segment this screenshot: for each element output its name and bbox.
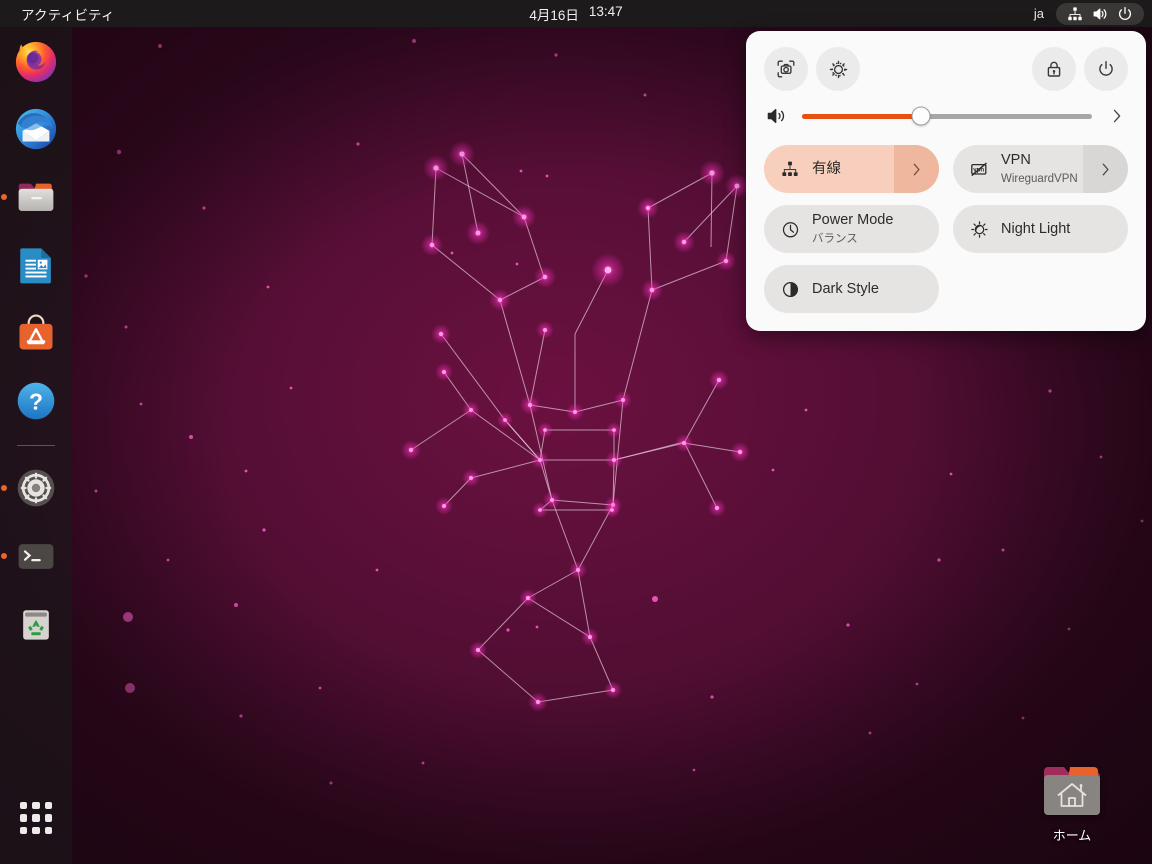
- dock-item-files[interactable]: [12, 173, 60, 221]
- screenshot-icon: [777, 60, 795, 78]
- apps-grid-cell: [20, 814, 28, 822]
- tile-network-wired[interactable]: 有線: [764, 145, 939, 193]
- tile-dark-style-main[interactable]: Dark Style: [764, 265, 939, 313]
- power-icon: [1099, 61, 1113, 76]
- desktop-icon-home[interactable]: ホーム: [1014, 764, 1130, 844]
- night-light-icon: [969, 219, 989, 239]
- power-icon: [1117, 6, 1133, 22]
- dock-item-libreoffice-writer[interactable]: [12, 241, 60, 289]
- system-indicators: ja: [1026, 2, 1144, 25]
- dock: ?: [0, 27, 72, 864]
- apps-grid-cell: [20, 802, 28, 810]
- tile-vpn-expand[interactable]: [1083, 145, 1128, 193]
- quick-settings-top-row: [764, 47, 1128, 91]
- home-icon-label: ホーム: [1052, 828, 1092, 843]
- tile-dark-style-text: Dark Style: [812, 280, 879, 298]
- help-icon: ?: [17, 382, 55, 420]
- tile-power-mode-text: Power Mode バランス: [812, 211, 939, 247]
- trash-icon: [23, 610, 49, 640]
- apps-grid-cell: [44, 826, 52, 834]
- tile-vpn-text: VPN WireguardVPN: [1001, 151, 1083, 187]
- dock-item-ubuntu-software[interactable]: [12, 309, 60, 357]
- terminal-icon: [18, 544, 54, 569]
- dock-item-thunderbird[interactable]: [12, 105, 60, 153]
- ubuntu-software-icon: [19, 314, 53, 350]
- dock-separator: [17, 445, 55, 446]
- dock-item-settings[interactable]: [12, 464, 60, 512]
- volume-icon: [1092, 6, 1108, 22]
- tile-power-mode-title: Power Mode: [812, 212, 894, 228]
- tile-night-light-main[interactable]: Night Light: [953, 205, 1128, 253]
- quick-settings-panel: 有線 vpn: [746, 31, 1146, 331]
- sound-output-expand-button[interactable]: [1106, 105, 1128, 127]
- tile-power-mode-subtitle: バランス: [812, 233, 858, 245]
- system-menu-button[interactable]: [1056, 2, 1144, 25]
- desktop: アクティビティ 4月16日 13:47 ja ? ホーム 有線 VPN Wire…: [0, 0, 1152, 864]
- clock-date: 4月16日: [529, 7, 579, 23]
- apps-grid-cell: [32, 814, 40, 822]
- dock-item-terminal[interactable]: [12, 532, 60, 580]
- vpn-icon: vpn: [969, 159, 989, 179]
- settings-button[interactable]: [816, 47, 860, 91]
- top-bar: アクティビティ 4月16日 13:47 ja: [0, 0, 1152, 27]
- dock-item-help[interactable]: ?: [12, 377, 60, 425]
- lock-button[interactable]: [1032, 47, 1076, 91]
- firefox-icon: [15, 41, 57, 83]
- tile-night-light[interactable]: Night Light: [953, 205, 1128, 253]
- volume-icon[interactable]: [764, 106, 790, 126]
- tile-night-light-title: Night Light: [1001, 221, 1071, 237]
- quick-settings-tiles: 有線 vpn: [764, 145, 1128, 313]
- network-wired-icon: [1067, 6, 1083, 22]
- chevron-right-icon: [1102, 163, 1109, 175]
- libreoffice-writer-icon: [20, 248, 51, 284]
- network-wired-icon: [780, 159, 800, 179]
- gear-icon: [829, 60, 847, 78]
- tile-network-wired-title: 有線: [812, 161, 841, 177]
- thunderbird-icon: [15, 108, 57, 150]
- apps-grid-cell: [20, 826, 28, 834]
- tile-network-wired-expand[interactable]: [894, 145, 939, 193]
- tile-night-light-text: Night Light: [1001, 220, 1070, 238]
- tile-dark-style[interactable]: Dark Style: [764, 265, 939, 313]
- volume-slider-handle[interactable]: [911, 106, 931, 126]
- volume-row: [764, 97, 1128, 135]
- power-button[interactable]: [1084, 47, 1128, 91]
- keyboard-layout-indicator[interactable]: ja: [1026, 3, 1052, 24]
- home-folder-icon: [1042, 764, 1102, 818]
- apps-grid-cell: [44, 814, 52, 822]
- settings-gear-icon: [17, 469, 55, 507]
- power-mode-icon: [780, 219, 800, 239]
- show-applications-button[interactable]: [12, 794, 60, 842]
- svg-text:?: ?: [29, 388, 43, 414]
- apps-grid-cell: [32, 802, 40, 810]
- tile-vpn-subtitle: WireguardVPN: [1001, 173, 1078, 185]
- dock-item-firefox[interactable]: [12, 37, 60, 85]
- tile-power-mode[interactable]: Power Mode バランス: [764, 205, 939, 253]
- tile-vpn-title: VPN: [1001, 152, 1031, 168]
- volume-slider[interactable]: [802, 106, 1092, 126]
- volume-slider-fill: [802, 113, 921, 119]
- dock-item-trash[interactable]: [12, 600, 60, 648]
- apps-grid-cell: [32, 826, 40, 834]
- tile-vpn-main[interactable]: vpn VPN WireguardVPN: [953, 145, 1083, 193]
- tile-dark-style-title: Dark Style: [812, 281, 879, 297]
- tile-network-wired-main[interactable]: 有線: [764, 145, 894, 193]
- tile-vpn[interactable]: vpn VPN WireguardVPN: [953, 145, 1128, 193]
- tile-power-mode-main[interactable]: Power Mode バランス: [764, 205, 939, 253]
- dark-style-icon: [780, 279, 800, 299]
- tile-network-wired-text: 有線: [812, 160, 841, 178]
- lock-icon: [1047, 61, 1061, 77]
- chevron-right-icon: [913, 163, 920, 175]
- activities-button[interactable]: アクティビティ: [12, 2, 124, 26]
- clock-and-calendar-button[interactable]: 4月16日 13:47: [519, 2, 632, 26]
- clock-time: 13:47: [588, 3, 623, 19]
- apps-grid-cell: [44, 802, 52, 810]
- chevron-right-icon: [1113, 109, 1121, 123]
- screenshot-button[interactable]: [764, 47, 808, 91]
- files-icon: [18, 183, 54, 211]
